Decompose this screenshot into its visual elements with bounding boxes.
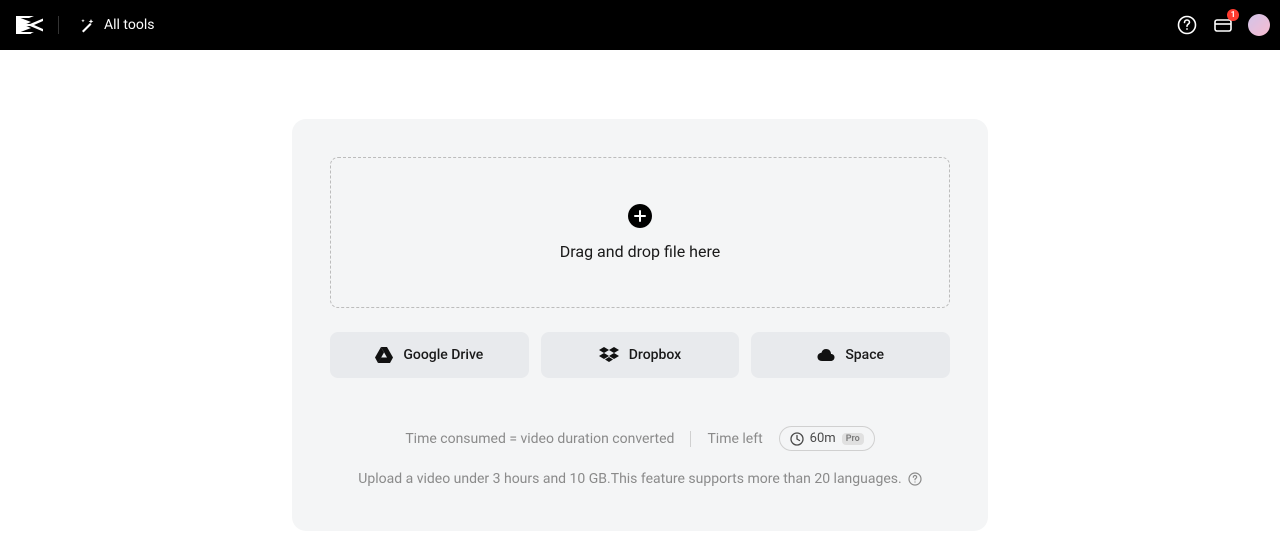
pro-badge: Pro bbox=[842, 433, 864, 445]
help-button[interactable] bbox=[1176, 14, 1198, 36]
file-dropzone[interactable]: Drag and drop file here bbox=[330, 157, 950, 308]
dropbox-button[interactable]: Dropbox bbox=[541, 332, 740, 378]
time-consumed-text: Time consumed = video duration converted bbox=[405, 431, 674, 447]
upload-hint-row: Upload a video under 3 hours and 10 GB.T… bbox=[330, 471, 950, 487]
notification-badge: 1 bbox=[1227, 9, 1239, 21]
dropbox-icon bbox=[599, 347, 619, 363]
google-drive-label: Google Drive bbox=[403, 347, 483, 363]
dropzone-label: Drag and drop file here bbox=[560, 242, 720, 261]
space-button[interactable]: Space bbox=[751, 332, 950, 378]
space-label: Space bbox=[845, 347, 884, 363]
app-logo[interactable] bbox=[16, 16, 44, 34]
time-left-label: Time left bbox=[707, 431, 762, 447]
main-content: Drag and drop file here Google Drive bbox=[0, 50, 1280, 531]
cloud-icon bbox=[817, 348, 835, 362]
magic-wand-icon bbox=[79, 17, 96, 34]
help-circle-icon bbox=[1177, 15, 1197, 35]
source-buttons-row: Google Drive Dropbox Space bbox=[330, 332, 950, 378]
google-drive-button[interactable]: Google Drive bbox=[330, 332, 529, 378]
google-drive-icon bbox=[375, 347, 393, 363]
clock-icon bbox=[790, 432, 804, 446]
dropbox-label: Dropbox bbox=[629, 347, 681, 363]
info-divider bbox=[690, 431, 691, 447]
time-remaining-pill[interactable]: 60m Pro bbox=[779, 426, 875, 451]
user-avatar[interactable] bbox=[1248, 14, 1270, 36]
time-value: 60m bbox=[810, 431, 836, 446]
upload-card: Drag and drop file here Google Drive bbox=[292, 119, 988, 531]
header-left: All tools bbox=[16, 16, 154, 34]
all-tools-button[interactable]: All tools bbox=[79, 17, 154, 34]
capcut-logo-icon bbox=[16, 16, 44, 34]
header-divider bbox=[58, 16, 59, 34]
time-info-row: Time consumed = video duration converted… bbox=[330, 426, 950, 451]
app-header: All tools 1 bbox=[0, 0, 1280, 50]
plus-icon bbox=[634, 210, 646, 222]
upload-hint-text: Upload a video under 3 hours and 10 GB.T… bbox=[358, 471, 901, 487]
help-small-icon[interactable] bbox=[908, 472, 922, 486]
header-right: 1 bbox=[1176, 14, 1264, 36]
add-file-icon bbox=[628, 204, 652, 228]
all-tools-label: All tools bbox=[104, 17, 154, 33]
notifications-button[interactable]: 1 bbox=[1212, 14, 1234, 36]
